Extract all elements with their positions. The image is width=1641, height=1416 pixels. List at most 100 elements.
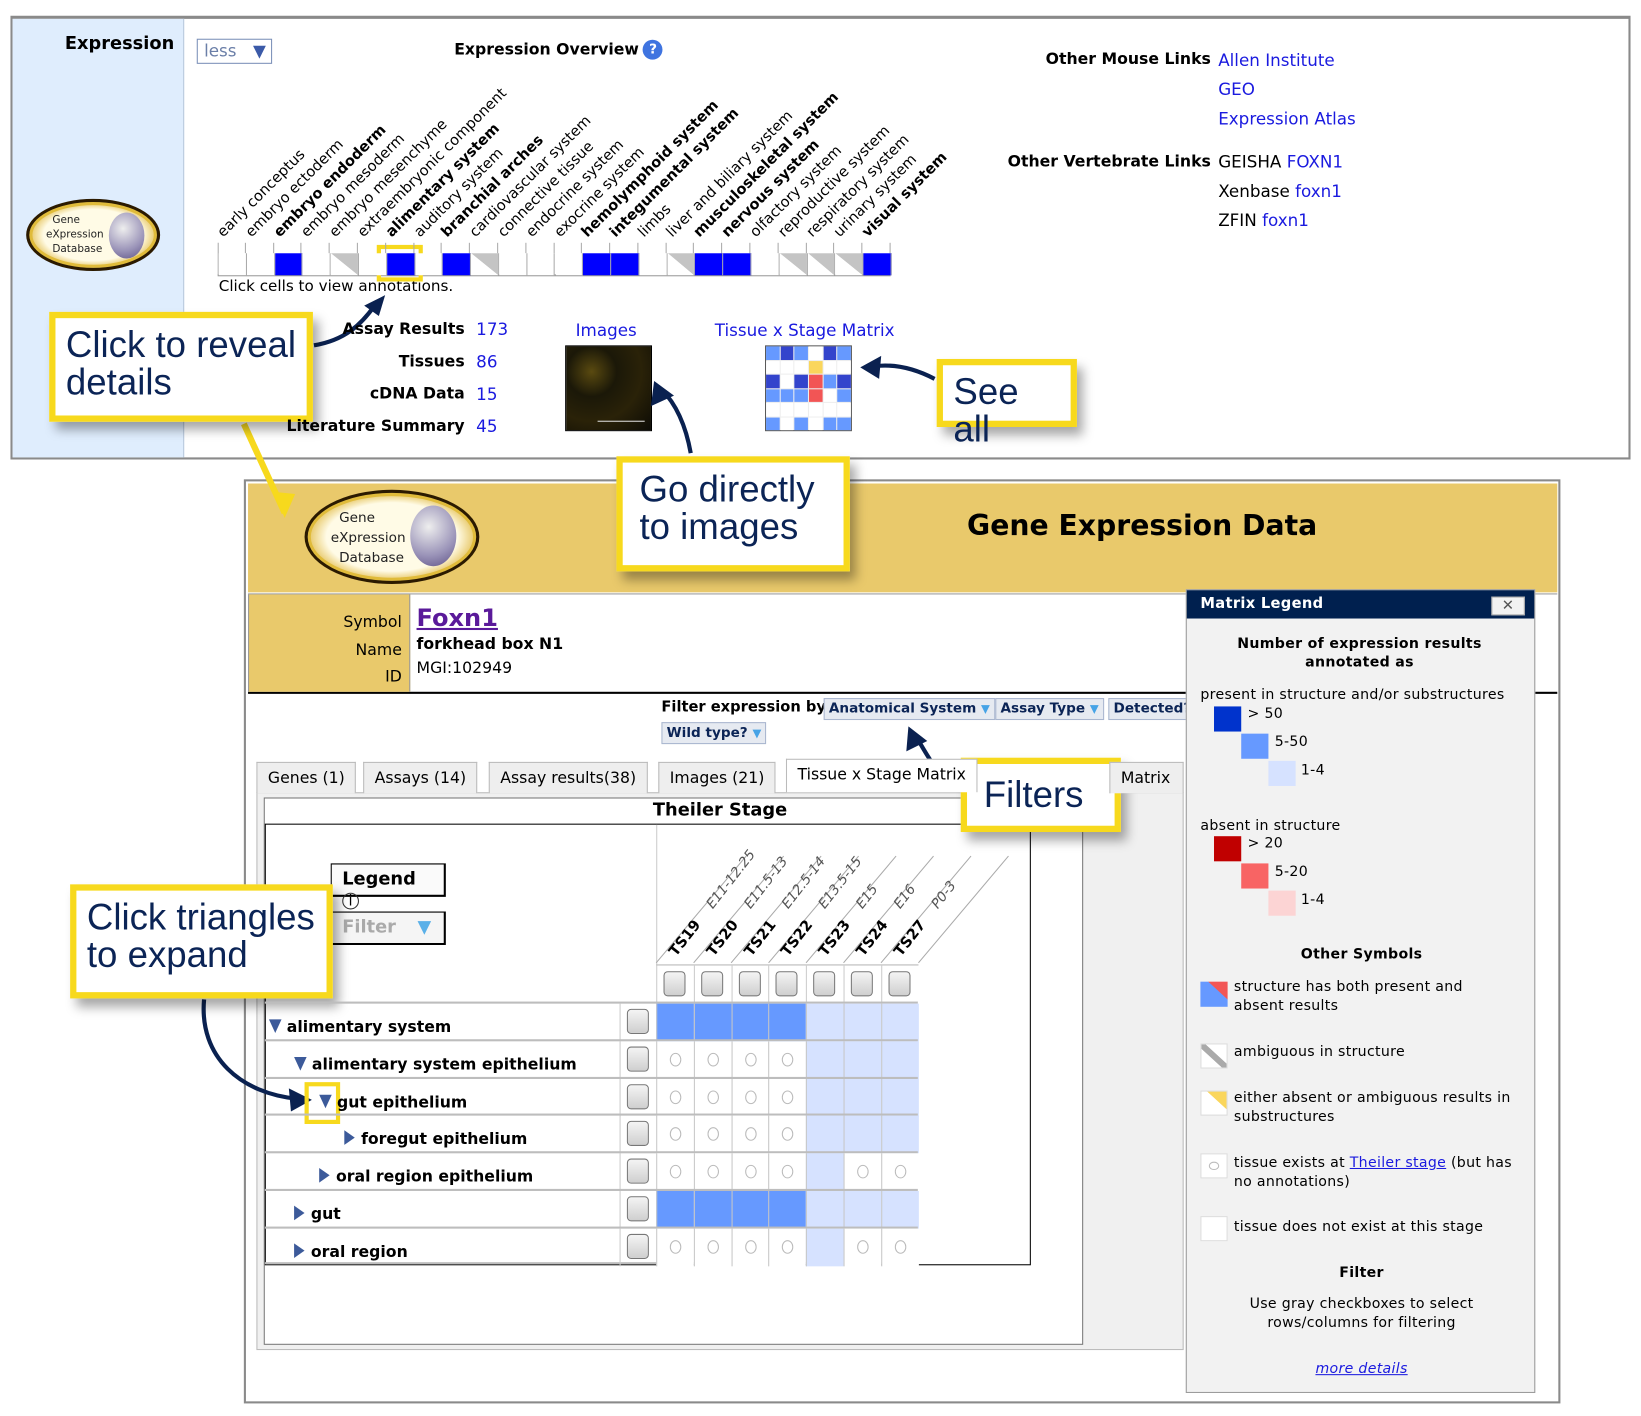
column-filter-checkbox[interactable] <box>663 971 686 997</box>
overview-cell[interactable] <box>218 253 247 276</box>
matrix-cell[interactable] <box>806 1228 844 1267</box>
matrix-cell[interactable] <box>693 1190 732 1229</box>
overview-cell[interactable] <box>611 253 640 276</box>
collapse-triangle-icon[interactable] <box>319 1094 332 1108</box>
row-filter-checkbox[interactable] <box>626 1196 649 1222</box>
overview-cell[interactable] <box>695 253 724 276</box>
matrix-cell[interactable] <box>806 1116 844 1154</box>
matrix-cell[interactable] <box>880 1228 919 1267</box>
matrix-cell[interactable] <box>768 1116 807 1154</box>
matrix-cell[interactable] <box>731 1228 769 1267</box>
matrix-cell[interactable] <box>843 1041 882 1079</box>
matrix-cell[interactable] <box>843 1116 882 1154</box>
matrix-cell[interactable] <box>806 1190 844 1229</box>
matrix-cell[interactable] <box>693 1003 732 1042</box>
matrix-cell[interactable] <box>731 1041 769 1079</box>
matrix-cell[interactable] <box>768 1153 807 1192</box>
overview-cell[interactable] <box>274 253 303 276</box>
matrix-cell[interactable] <box>693 1116 732 1154</box>
overview-cell[interactable] <box>835 253 864 276</box>
matrix-cell[interactable] <box>843 1153 882 1192</box>
more-details-link[interactable]: more details <box>1187 1359 1537 1378</box>
matrix-cell[interactable] <box>768 1228 807 1267</box>
column-filter-checkbox[interactable] <box>888 971 911 997</box>
matrix-cell[interactable] <box>843 1190 882 1229</box>
overview-cell[interactable] <box>779 253 808 276</box>
matrix-cell[interactable] <box>731 1153 769 1192</box>
expand-triangle-icon[interactable] <box>344 1130 355 1146</box>
row-filter-checkbox[interactable] <box>626 1046 649 1072</box>
matrix-cell[interactable] <box>806 1003 844 1042</box>
matrix-cell[interactable] <box>768 1078 807 1117</box>
matrix-cell[interactable] <box>656 1078 694 1117</box>
matrix-cell[interactable] <box>768 1003 807 1042</box>
matrix-cell[interactable] <box>843 1078 882 1117</box>
matrix-cell[interactable] <box>843 1228 882 1267</box>
matrix-cell[interactable] <box>656 1116 694 1154</box>
matrix-cell[interactable] <box>806 1041 844 1079</box>
stat-value-link[interactable]: 45 <box>476 417 497 437</box>
column-filter-checkbox[interactable] <box>775 971 798 997</box>
overview-cell[interactable] <box>358 253 387 276</box>
collapse-triangle-icon[interactable] <box>268 1019 282 1033</box>
matrix-cell[interactable] <box>693 1041 732 1079</box>
overview-cell[interactable] <box>471 253 500 276</box>
overview-cell[interactable] <box>751 253 780 276</box>
tab-images-21[interactable]: Images (21) <box>658 761 776 794</box>
matrix-cell[interactable] <box>693 1153 732 1192</box>
row-filter-checkbox[interactable] <box>626 1008 649 1035</box>
overview-cell[interactable] <box>443 253 472 276</box>
expand-triangle-icon[interactable] <box>319 1168 330 1183</box>
matrix-cell[interactable] <box>731 1190 769 1229</box>
matrix-cell[interactable] <box>656 1153 694 1192</box>
matrix-cell[interactable] <box>806 1078 844 1117</box>
overview-cell[interactable] <box>386 253 415 276</box>
matrix-cell[interactable] <box>693 1078 732 1117</box>
theiler-stage-link[interactable]: Theiler stage <box>1350 1154 1446 1171</box>
stat-value-link[interactable]: 86 <box>476 352 497 372</box>
matrix-cell[interactable] <box>656 1190 694 1229</box>
collapse-triangle-icon[interactable] <box>294 1056 307 1071</box>
overview-cell[interactable] <box>639 253 668 276</box>
matrix-cell[interactable] <box>768 1190 807 1229</box>
row-filter-checkbox[interactable] <box>626 1158 649 1184</box>
matrix-cell[interactable] <box>656 1041 694 1079</box>
overview-cell[interactable] <box>527 253 556 276</box>
tab-assays-14[interactable]: Assays (14) <box>363 761 478 794</box>
matrix-cell[interactable] <box>880 1078 919 1117</box>
matrix-cell[interactable] <box>693 1228 732 1267</box>
overview-cell[interactable] <box>499 253 528 276</box>
column-filter-checkbox[interactable] <box>700 971 723 997</box>
overview-cell[interactable] <box>555 253 584 276</box>
stat-value-link[interactable]: 173 <box>476 319 508 339</box>
overview-cell[interactable] <box>330 253 359 276</box>
close-icon[interactable]: ✕ <box>1491 596 1525 616</box>
matrix-cell[interactable] <box>768 1041 807 1079</box>
tab-tissue-x-stage-matrix[interactable]: Tissue x Stage Matrix <box>785 758 978 793</box>
tab-matrix[interactable]: Matrix <box>1109 761 1184 794</box>
column-filter-checkbox[interactable] <box>738 971 761 997</box>
overview-cell[interactable] <box>246 253 275 276</box>
matrix-cell[interactable] <box>880 1003 919 1042</box>
overview-cell[interactable] <box>302 253 331 276</box>
overview-cell[interactable] <box>863 253 892 276</box>
matrix-cell[interactable] <box>880 1153 919 1192</box>
matrix-cell[interactable] <box>656 1228 694 1267</box>
overview-cell[interactable] <box>583 253 612 276</box>
overview-cell[interactable] <box>807 253 836 276</box>
tab-assay-results-38[interactable]: Assay results(38) <box>488 761 648 794</box>
column-filter-checkbox[interactable] <box>813 971 836 997</box>
row-filter-checkbox[interactable] <box>626 1233 649 1259</box>
row-filter-checkbox[interactable] <box>626 1121 649 1147</box>
matrix-cell[interactable] <box>731 1078 769 1117</box>
expand-triangle-icon[interactable] <box>294 1243 305 1258</box>
matrix-cell[interactable] <box>843 1003 882 1042</box>
overview-cell[interactable] <box>723 253 752 276</box>
matrix-cell[interactable] <box>731 1116 769 1154</box>
column-filter-checkbox[interactable] <box>850 971 873 997</box>
row-filter-checkbox[interactable] <box>626 1083 649 1109</box>
matrix-cell[interactable] <box>880 1041 919 1079</box>
matrix-cell[interactable] <box>656 1003 694 1042</box>
matrix-cell[interactable] <box>806 1153 844 1192</box>
matrix-cell[interactable] <box>731 1003 769 1042</box>
